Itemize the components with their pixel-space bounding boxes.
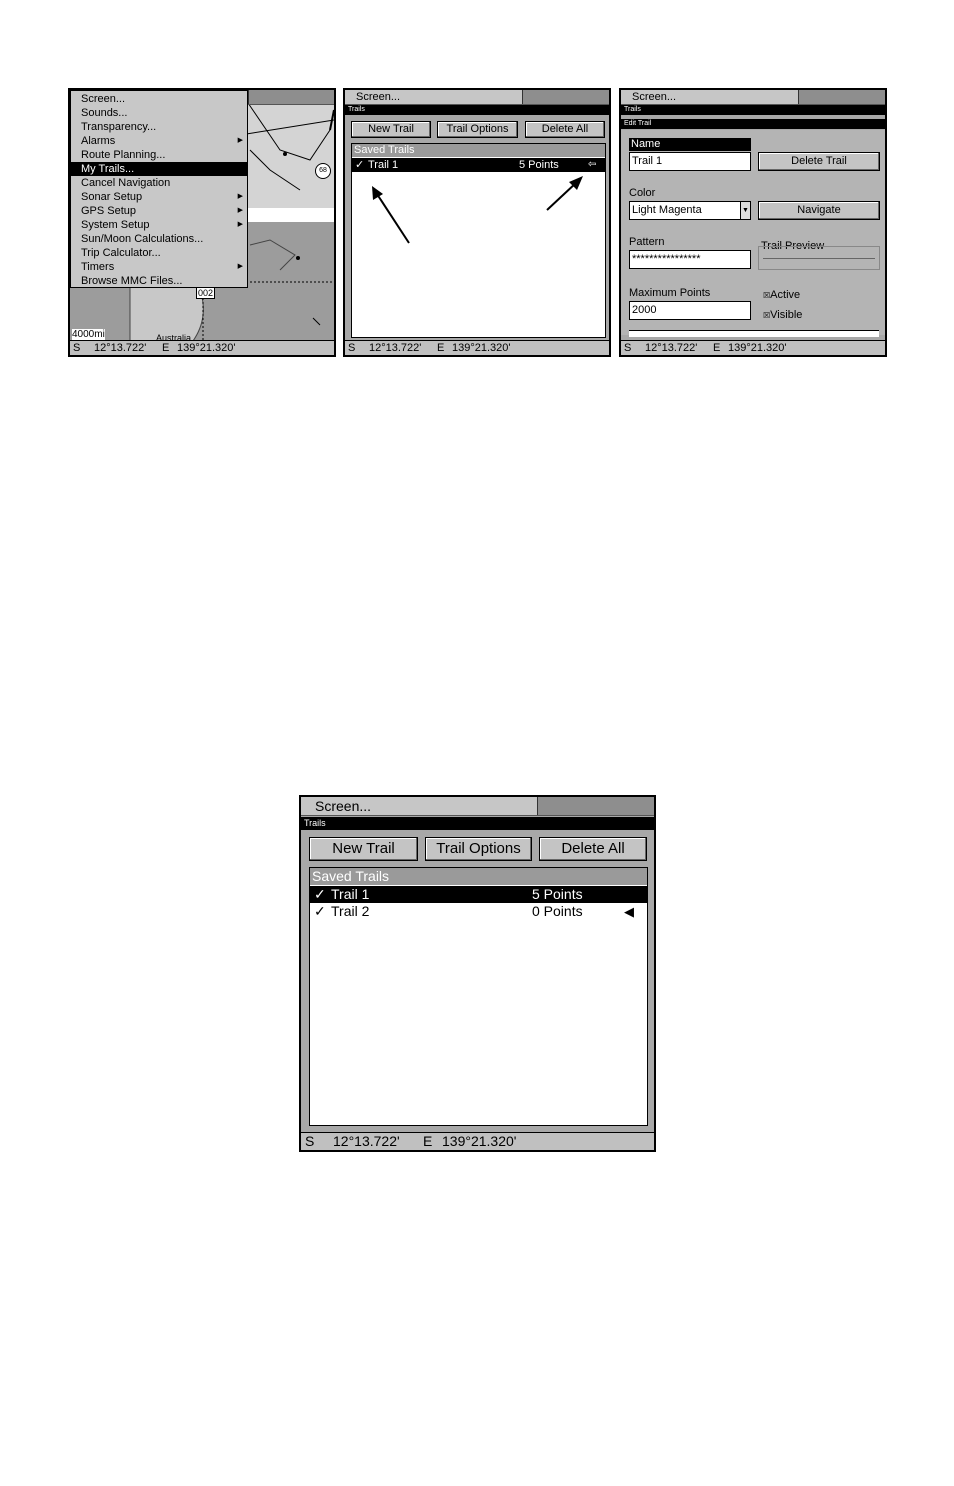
check-icon: ✓ xyxy=(314,903,326,919)
pattern-field[interactable]: **************** xyxy=(629,250,751,269)
delete-trail-button[interactable]: Delete Trail xyxy=(758,152,880,171)
pointer-arrow-icon: ◀ xyxy=(624,904,634,919)
lon-hemisphere: E xyxy=(437,342,445,354)
screen-main-menu: 68 002 4000mi Australia Screen... Sounds… xyxy=(68,88,336,357)
list-item-trail-2[interactable]: ✓ Trail 2 0 Points ◀ xyxy=(310,903,647,920)
menu-item-alarms[interactable]: Alarms ▶ xyxy=(71,134,247,148)
menu-item-transparency[interactable]: Transparency... xyxy=(71,120,247,134)
submenu-arrow-icon: ▶ xyxy=(237,263,243,270)
saved-trails-header: Saved Trails xyxy=(310,868,647,885)
scale-label: 4000mi xyxy=(72,329,105,340)
submenu-arrow-icon: ▶ xyxy=(237,137,243,144)
latitude: 12°13.722' xyxy=(369,342,422,354)
status-bar: S 12°13.722' E 139°21.320' xyxy=(70,340,334,355)
active-checkbox[interactable]: ☒Active xyxy=(763,289,800,301)
menu-item-screen[interactable]: Screen... xyxy=(71,92,247,106)
max-points-field[interactable]: 2000 xyxy=(629,301,751,320)
status-bar: S 12°13.722' E 139°21.320' xyxy=(345,340,609,355)
screen-menu-label[interactable]: Screen... xyxy=(632,91,676,103)
delete-all-button[interactable]: Delete All xyxy=(539,837,647,861)
color-label: Color xyxy=(629,187,656,199)
trail-points: 5 Points xyxy=(532,886,583,902)
trail-name-field[interactable]: Trail 1 xyxy=(629,152,751,171)
trail-points: 0 Points xyxy=(532,903,583,919)
lon-hemisphere: E xyxy=(162,342,170,354)
lat-hemisphere: S xyxy=(73,342,81,354)
dialog-title: Edit Trail xyxy=(621,119,885,129)
dialog-bottom-edge xyxy=(629,330,879,337)
menu-item-browse-mmc[interactable]: Browse MMC Files... xyxy=(71,274,247,288)
trail-name: Trail 2 xyxy=(331,903,370,919)
status-bar: S 12°13.722' E 139°21.320' xyxy=(621,340,885,355)
list-item-trail-1[interactable]: ✓ Trail 1 5 Points xyxy=(310,886,647,903)
menu-item-my-trails[interactable]: My Trails... xyxy=(71,162,247,176)
menu-item-timers[interactable]: Timers ▶ xyxy=(71,260,247,274)
waypoint-label: 002 xyxy=(196,287,216,299)
check-icon: ✓ xyxy=(314,886,326,902)
trail-preview-box xyxy=(758,246,880,270)
menu-item-sonar-setup[interactable]: Sonar Setup ▶ xyxy=(71,190,247,204)
menu-item-sounds[interactable]: Sounds... xyxy=(71,106,247,120)
latitude: 12°13.722' xyxy=(94,342,147,354)
title-bar: Screen... xyxy=(621,90,885,105)
menu-item-route-planning[interactable]: Route Planning... xyxy=(71,148,247,162)
new-trail-button[interactable]: New Trail xyxy=(309,837,418,861)
main-menu: Screen... Sounds... Transparency... Alar… xyxy=(70,90,248,288)
trail-preview-line xyxy=(763,258,875,259)
color-value: Light Magenta xyxy=(632,204,702,216)
submenu-arrow-icon: ▶ xyxy=(237,221,243,228)
active-label: Active xyxy=(770,289,801,301)
name-label: Name xyxy=(629,138,751,151)
highway-shield: 68 xyxy=(315,163,331,179)
visible-label: Visible xyxy=(770,309,803,321)
window-title: Trails xyxy=(301,817,654,830)
lat-hemisphere: S xyxy=(348,342,356,354)
navigate-button[interactable]: Navigate xyxy=(758,201,880,220)
submenu-arrow-icon: ▶ xyxy=(237,193,243,200)
screen-menu-label[interactable]: Screen... xyxy=(315,798,371,814)
pattern-label: Pattern xyxy=(629,236,665,248)
window-title: Trails xyxy=(621,105,885,115)
lat-hemisphere: S xyxy=(624,342,632,354)
trail-options-button[interactable]: Trail Options xyxy=(425,837,532,861)
visible-checkbox[interactable]: ☒Visible xyxy=(763,309,802,321)
dropdown-arrow-icon[interactable]: ▼ xyxy=(740,202,750,219)
saved-trails-list: Saved Trails ✓ Trail 1 5 Points ✓ Trail … xyxy=(309,867,648,1126)
lon-hemisphere: E xyxy=(713,342,721,354)
menu-item-trip-calculator[interactable]: Trip Calculator... xyxy=(71,246,247,260)
title-bar: Screen... xyxy=(301,797,654,816)
longitude: 139°21.320' xyxy=(728,342,787,354)
menu-item-cancel-navigation[interactable]: Cancel Navigation xyxy=(71,176,247,190)
menu-item-gps-setup[interactable]: GPS Setup ▶ xyxy=(71,204,247,218)
longitude: 139°21.320' xyxy=(442,1133,517,1149)
screen-trails-large: Screen... Trails New Trail Trail Options… xyxy=(299,795,656,1152)
status-bar: S 12°13.722' E 139°21.320' xyxy=(301,1132,654,1150)
menu-item-system-setup[interactable]: System Setup ▶ xyxy=(71,218,247,232)
screen-edit-trail: Screen... Trails Edit Trail Name Trail 1… xyxy=(619,88,887,357)
longitude: 139°21.320' xyxy=(177,342,236,354)
latitude: 12°13.722' xyxy=(645,342,698,354)
annotation-arrows xyxy=(372,176,583,244)
lat-hemisphere: S xyxy=(305,1133,315,1149)
submenu-arrow-icon: ▶ xyxy=(237,207,243,214)
max-points-label: Maximum Points xyxy=(629,287,711,299)
menu-item-sun-moon[interactable]: Sun/Moon Calculations... xyxy=(71,232,247,246)
latitude: 12°13.722' xyxy=(333,1133,400,1149)
color-select[interactable]: Light Magenta ▼ xyxy=(629,201,751,220)
trail-name: Trail 1 xyxy=(331,886,370,902)
title-bar xyxy=(248,90,334,105)
longitude: 139°21.320' xyxy=(452,342,511,354)
lon-hemisphere: E xyxy=(423,1133,433,1149)
screen-trails: Screen... Trails New Trail Trail Options… xyxy=(343,88,611,357)
